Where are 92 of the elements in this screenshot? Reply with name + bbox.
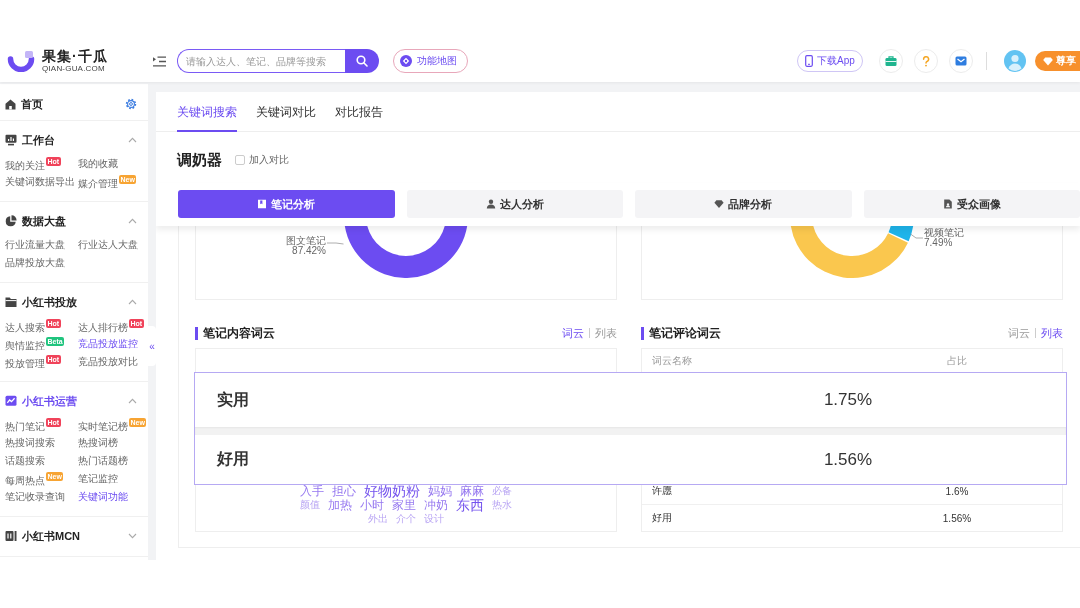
view-toggle-link[interactable]: 词云 (562, 325, 584, 341)
column-header: 占比 (947, 354, 967, 368)
leader-line (910, 233, 924, 239)
line-chart-icon (5, 395, 17, 407)
gem-icon (714, 199, 725, 209)
logo-name: 果集·千瓜 (42, 49, 108, 63)
analysis-tab[interactable]: 受众画像 (863, 190, 1080, 218)
logo-icon (7, 50, 35, 72)
compass-icon (400, 55, 412, 67)
view-toggle-link[interactable]: 列表 (1041, 325, 1063, 341)
cloud-word: 小时 (360, 498, 384, 512)
cloud-word: 颜值 (300, 498, 320, 512)
sidebar-section-header[interactable]: 小红书MCN (0, 526, 148, 546)
search-field[interactable]: 请输入达人、笔记、品牌等搜索 (177, 49, 345, 73)
feature-map-button[interactable]: 功能地图 (393, 49, 468, 73)
home-icon (5, 98, 16, 110)
leader-line (326, 242, 344, 245)
panel-title: 笔记评论词云 (641, 326, 721, 340)
menu-link[interactable]: 行业流量大盘 (5, 239, 65, 251)
analysis-tab[interactable]: 笔记分析 (178, 190, 395, 218)
cloud-word: 必备 (492, 484, 512, 498)
cloud-word: 妈妈 (428, 484, 452, 498)
menu-link[interactable]: 笔记监控 (78, 473, 118, 485)
sidebar-section-header[interactable]: 工作台 (0, 130, 148, 150)
column-header: 词云名称 (652, 354, 693, 368)
slice-label: 视频笔记 (924, 228, 964, 238)
search-button[interactable] (345, 49, 379, 73)
download-app-button[interactable]: 下载App (797, 50, 863, 72)
menu-link[interactable]: 热搜词搜索 (5, 437, 55, 449)
sidebar-section-header[interactable]: 数据大盘 (0, 211, 148, 231)
menu-link[interactable]: 热门话题榜 (78, 455, 128, 467)
menu-link[interactable]: 竞品投放监控 (78, 338, 138, 350)
cloud-word: 设计 (424, 512, 444, 526)
table-cell: 1.56% (942, 512, 972, 524)
cloud-word: 麻麻 (460, 484, 484, 498)
cloud-word: 热水 (492, 498, 512, 512)
home-link[interactable]: 首页 (5, 96, 43, 112)
slice-value: 87.42% (292, 246, 326, 256)
gem-icon (1043, 56, 1053, 66)
collapse-sidebar-button[interactable]: « (148, 326, 156, 366)
tab[interactable]: 关键词搜索 (177, 92, 237, 132)
cloud-word: 外出 (368, 512, 388, 526)
document-icon (942, 199, 953, 209)
checkbox[interactable] (235, 155, 245, 165)
cloud-word: 冲奶 (424, 498, 448, 512)
pie-chart-icon (5, 215, 17, 227)
book-icon (257, 199, 268, 209)
cloud-word: 家里 (392, 498, 416, 512)
magnified-word: 实用 (217, 389, 249, 410)
folder-icon (5, 296, 17, 308)
sidebar-section-header[interactable]: 小红书投放 (0, 292, 148, 312)
magnified-word: 好用 (217, 449, 249, 469)
cloud-word: 加热 (328, 498, 352, 512)
monitor-icon (5, 134, 17, 146)
settings-icon[interactable] (125, 98, 137, 110)
panel-title: 笔记内容词云 (195, 326, 275, 340)
table-cell-text: 许愿 (652, 484, 673, 498)
sidebar-section-header[interactable]: 小红书运营 (0, 391, 148, 411)
analysis-tab[interactable]: 达人分析 (406, 190, 623, 218)
menu-link[interactable]: 话题搜索 (5, 455, 45, 467)
magnified-share: 1.56% (823, 449, 873, 470)
magnified-share: 1.75% (823, 390, 873, 410)
menu-link[interactable]: 品牌投放大盘 (5, 257, 65, 269)
search-icon (356, 55, 368, 67)
cloud-word: 介个 (396, 512, 416, 526)
menu-link[interactable]: 行业达人大盘 (78, 239, 138, 251)
analysis-tab[interactable]: 品牌分析 (635, 190, 852, 218)
person-icon (485, 199, 496, 209)
keyword-title: 调奶器 (177, 150, 222, 170)
cloud-word: 东西 (456, 498, 484, 512)
menu-link[interactable]: 笔记收录查询 (5, 491, 65, 503)
menu-link[interactable]: 关键词功能 (78, 491, 128, 503)
menu-link[interactable]: 我的收藏 (78, 158, 118, 170)
slice-value: 7.49% (924, 238, 953, 248)
menu-link[interactable]: 竞品投放对比 (78, 356, 138, 368)
tab[interactable]: 关键词对比 (256, 92, 316, 132)
briefcase-icon[interactable] (879, 49, 903, 73)
slice-label: 图文笔记 (286, 236, 326, 246)
checkbox-label[interactable]: 加入对比 (249, 153, 289, 167)
logo-domain: QIAN-GUA.COM (42, 65, 106, 73)
menu-link[interactable]: 关键词数据导出 (5, 176, 75, 188)
menu-icon[interactable] (153, 55, 166, 67)
grid-icon (5, 530, 17, 542)
tab[interactable]: 对比报告 (335, 92, 383, 132)
table-cell-text: 好用 (652, 511, 673, 525)
cloud-word: 好物奶粉 (364, 484, 420, 498)
cloud-word: 入手 (300, 484, 324, 498)
mail-icon[interactable] (949, 49, 973, 73)
phone-icon (805, 55, 814, 67)
table-cell: 1.6% (945, 485, 969, 497)
menu-link[interactable]: 热搜词榜 (78, 437, 118, 449)
cloud-word: 担心 (332, 484, 356, 498)
